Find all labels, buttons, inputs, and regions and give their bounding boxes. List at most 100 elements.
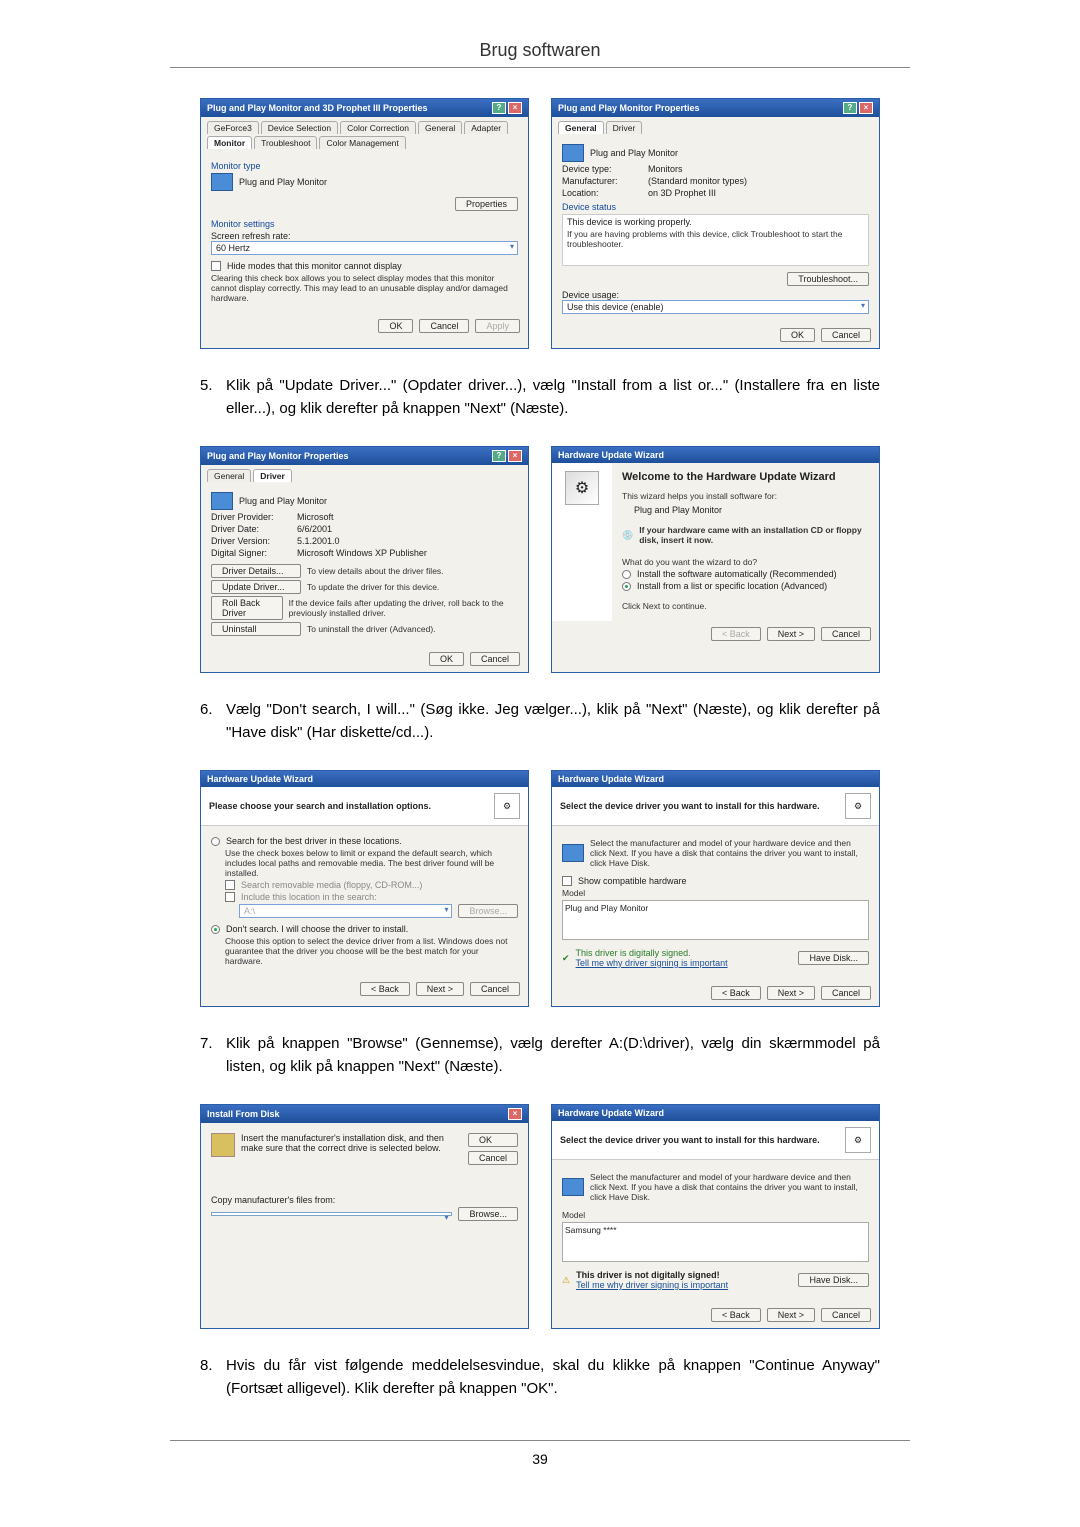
model-listbox[interactable]: Samsung **** (562, 1222, 869, 1262)
select-instructions: Select the manufacturer and model of you… (590, 1172, 869, 1202)
radio-list[interactable] (622, 582, 631, 591)
ok-button[interactable]: OK (468, 1133, 518, 1147)
page-number: 39 (170, 1451, 910, 1467)
next-button[interactable]: Next > (767, 1308, 815, 1322)
ok-button[interactable]: OK (429, 652, 464, 666)
tab-monitor[interactable]: Monitor (207, 136, 252, 149)
help-icon[interactable]: ? (492, 102, 506, 114)
ok-button[interactable]: OK (780, 328, 815, 342)
device-status-text: This device is working properly. (567, 217, 864, 227)
hide-modes-label: Hide modes that this monitor cannot disp… (227, 261, 402, 271)
update-driver-text: To update the driver for this device. (307, 582, 439, 592)
cancel-button[interactable]: Cancel (419, 319, 469, 333)
copy-from-path[interactable] (211, 1212, 452, 1216)
search-note: Use the check boxes below to limit or ex… (225, 848, 518, 878)
wizard-search-options: Hardware Update Wizard Please choose you… (200, 770, 529, 1007)
close-icon[interactable]: × (508, 450, 522, 462)
tab-color-management[interactable]: Color Management (319, 136, 405, 149)
next-button[interactable]: Next > (767, 986, 815, 1000)
update-driver-button[interactable]: Update Driver... (211, 580, 301, 594)
tab-general[interactable]: General (418, 121, 462, 134)
next-button[interactable]: Next > (767, 627, 815, 641)
path-select: A:\ (239, 904, 452, 918)
close-icon[interactable]: × (859, 102, 873, 114)
wizard-helps-text: This wizard helps you install software f… (622, 491, 869, 501)
radio-search[interactable] (211, 837, 220, 846)
signing-link[interactable]: Tell me why driver signing is important (576, 1280, 728, 1290)
tab-troubleshoot[interactable]: Troubleshoot (254, 136, 317, 149)
tab-driver[interactable]: Driver (606, 121, 643, 134)
have-disk-button[interactable]: Have Disk... (798, 951, 869, 965)
show-compat-label: Show compatible hardware (578, 876, 687, 886)
tab-geforce[interactable]: GeForce3 (207, 121, 259, 134)
cancel-button[interactable]: Cancel (821, 986, 871, 1000)
model-header: Model (562, 1210, 869, 1220)
back-button[interactable]: < Back (360, 982, 410, 996)
wizard-icon: ⚙ (565, 471, 599, 505)
tab-adapter[interactable]: Adapter (464, 121, 508, 134)
driver-details-text: To view details about the driver files. (307, 566, 444, 576)
model-listbox[interactable]: Plug and Play Monitor (562, 900, 869, 940)
help-icon[interactable]: ? (843, 102, 857, 114)
properties-button[interactable]: Properties (455, 197, 518, 211)
removable-checkbox (225, 880, 235, 890)
tab-driver[interactable]: Driver (253, 469, 292, 482)
dont-search-note: Choose this option to select the device … (225, 936, 518, 966)
monitor-type-label: Monitor type (211, 161, 518, 171)
cancel-button[interactable]: Cancel (470, 982, 520, 996)
dialog-title: Hardware Update Wizard (207, 774, 313, 784)
step-8: Hvis du får vist følgende meddelelsesvin… (200, 1355, 880, 1400)
devtype-label: Device type: (562, 164, 642, 174)
signing-link[interactable]: Tell me why driver signing is important (576, 958, 728, 968)
driver-tab-dialog: Plug and Play Monitor Properties ? × Gen… (200, 446, 529, 673)
radio-auto-label: Install the software automatically (Reco… (637, 569, 837, 579)
tab-color-correction[interactable]: Color Correction (340, 121, 416, 134)
refresh-rate-select[interactable]: 60 Hertz (211, 241, 518, 255)
dialog-title: Hardware Update Wizard (558, 450, 664, 460)
troubleshoot-button[interactable]: Troubleshoot... (787, 272, 869, 286)
wizard-icon: ⚙ (845, 1127, 871, 1153)
warning-icon: ⚠ (562, 1275, 570, 1286)
divider (170, 67, 910, 68)
device-usage-select[interactable]: Use this device (enable) (562, 300, 869, 314)
wizard-device-name: Plug and Play Monitor (634, 505, 869, 515)
back-button[interactable]: < Back (711, 986, 761, 1000)
close-icon[interactable]: × (508, 1108, 522, 1120)
hide-modes-checkbox[interactable] (211, 261, 221, 271)
cancel-button[interactable]: Cancel (470, 652, 520, 666)
driver-details-button[interactable]: Driver Details... (211, 564, 301, 578)
tab-general[interactable]: General (207, 469, 251, 482)
radio-auto[interactable] (622, 570, 631, 579)
model-header: Model (562, 888, 869, 898)
radio-dont-search[interactable] (211, 925, 220, 934)
back-button[interactable]: < Back (711, 1308, 761, 1322)
monitor-icon (562, 1178, 584, 1196)
devtype-value: Monitors (648, 164, 683, 174)
rollback-button[interactable]: Roll Back Driver (211, 596, 283, 620)
date-label: Driver Date: (211, 524, 291, 534)
tab-device-selection[interactable]: Device Selection (261, 121, 338, 134)
monitor-icon (211, 173, 233, 191)
device-status-help: If you are having problems with this dev… (567, 229, 864, 249)
cancel-button[interactable]: Cancel (821, 328, 871, 342)
model-item[interactable]: Plug and Play Monitor (565, 903, 648, 913)
copy-from-label: Copy manufacturer's files from: (211, 1195, 518, 1205)
model-item[interactable]: Samsung **** (565, 1225, 617, 1235)
dialog-title: Hardware Update Wizard (558, 1108, 664, 1118)
tab-general[interactable]: General (558, 121, 604, 134)
cancel-button[interactable]: Cancel (468, 1151, 518, 1165)
help-icon[interactable]: ? (492, 450, 506, 462)
uninstall-button[interactable]: Uninstall (211, 622, 301, 636)
show-compat-checkbox[interactable] (562, 876, 572, 886)
cancel-button[interactable]: Cancel (821, 627, 871, 641)
ok-button[interactable]: OK (378, 319, 413, 333)
browse-button[interactable]: Browse... (458, 1207, 518, 1221)
version-value: 5.1.2001.0 (297, 536, 340, 546)
wizard-select-driver-signed: Hardware Update Wizard Select the device… (551, 770, 880, 1007)
back-button: < Back (711, 627, 761, 641)
close-icon[interactable]: × (508, 102, 522, 114)
next-button[interactable]: Next > (416, 982, 464, 996)
cancel-button[interactable]: Cancel (821, 1308, 871, 1322)
step-7: Klik på knappen "Browse" (Gennemse), væl… (200, 1033, 880, 1078)
have-disk-button[interactable]: Have Disk... (798, 1273, 869, 1287)
